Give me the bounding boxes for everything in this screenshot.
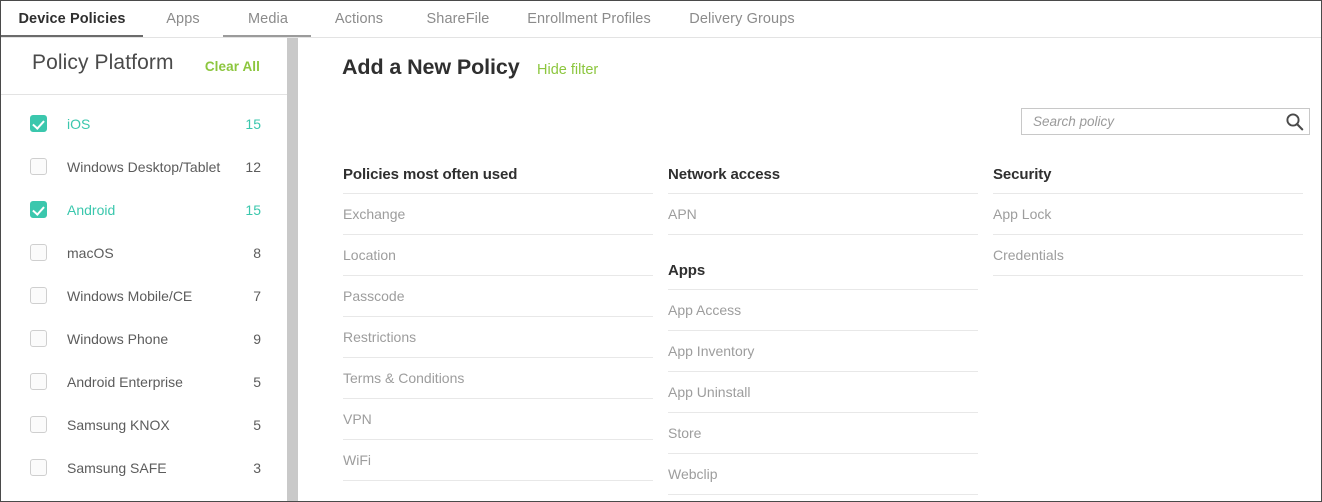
platform-filter-list: iOS15Windows Desktop/Tablet12Android15ma… bbox=[1, 95, 287, 489]
policy-column-3: SecurityApp LockCredentials bbox=[993, 166, 1308, 495]
tab-apps[interactable]: Apps bbox=[143, 1, 223, 37]
policy-item[interactable]: Store bbox=[668, 412, 978, 453]
platform-row[interactable]: Windows Phone9 bbox=[1, 317, 287, 360]
platform-count: 15 bbox=[245, 202, 261, 218]
policy-item[interactable]: Terms & Conditions bbox=[343, 357, 653, 398]
platform-row[interactable]: Windows Desktop/Tablet12 bbox=[1, 145, 287, 188]
tab-enrollment-profiles[interactable]: Enrollment Profiles bbox=[511, 1, 667, 37]
app-window: Device PoliciesAppsMediaActionsShareFile… bbox=[0, 0, 1322, 502]
checkbox-icon[interactable] bbox=[30, 373, 47, 390]
tab-media[interactable]: Media bbox=[223, 1, 313, 37]
policy-item[interactable]: App Inventory bbox=[668, 330, 978, 371]
policy-column-2: Network accessAPNAppsApp AccessApp Inven… bbox=[668, 166, 993, 495]
policy-item[interactable]: WiFi bbox=[343, 439, 653, 480]
platform-row[interactable]: Windows Mobile/CE7 bbox=[1, 274, 287, 317]
platform-count: 12 bbox=[245, 159, 261, 175]
checkbox-checked-icon[interactable] bbox=[30, 115, 47, 132]
platform-count: 3 bbox=[253, 460, 261, 476]
platform-label: Samsung SAFE bbox=[67, 460, 253, 476]
checkbox-icon[interactable] bbox=[30, 330, 47, 347]
policy-item[interactable]: Exchange bbox=[343, 193, 653, 234]
policy-item[interactable]: Credentials bbox=[993, 234, 1303, 275]
clear-all-button[interactable]: Clear All bbox=[205, 59, 260, 74]
checkbox-icon[interactable] bbox=[30, 158, 47, 175]
policy-item[interactable]: Location bbox=[343, 234, 653, 275]
policy-item[interactable]: App Access bbox=[668, 289, 978, 330]
section-heading: Network access bbox=[668, 166, 978, 193]
search-policy-box bbox=[1021, 108, 1310, 135]
policy-columns: Policies most often usedExchangeLocation… bbox=[299, 166, 1321, 495]
policy-item[interactable]: VPN bbox=[343, 398, 653, 439]
checkbox-icon[interactable] bbox=[30, 459, 47, 476]
platform-count: 15 bbox=[245, 116, 261, 132]
tab-actions[interactable]: Actions bbox=[313, 1, 405, 37]
platform-row[interactable]: Android Enterprise5 bbox=[1, 360, 287, 403]
policy-item[interactable]: App Uninstall bbox=[668, 371, 978, 412]
tab-delivery-groups[interactable]: Delivery Groups bbox=[667, 1, 817, 37]
platform-label: Windows Phone bbox=[67, 331, 253, 347]
section-heading: Security bbox=[993, 166, 1303, 193]
policy-item[interactable]: Webclip bbox=[668, 453, 978, 494]
platform-count: 5 bbox=[253, 374, 261, 390]
sidebar-scrollbar-thumb[interactable] bbox=[287, 38, 298, 501]
platform-label: macOS bbox=[67, 245, 253, 261]
checkbox-icon[interactable] bbox=[30, 287, 47, 304]
section-heading: Policies most often used bbox=[343, 166, 653, 193]
section-heading: Apps bbox=[668, 235, 978, 289]
page-title: Add a New Policy bbox=[342, 55, 520, 80]
sidebar-scrollbar[interactable] bbox=[287, 38, 298, 501]
section-divider bbox=[343, 480, 653, 481]
tab-list: Device PoliciesAppsMediaActionsShareFile… bbox=[1, 1, 1321, 37]
hide-filter-link[interactable]: Hide filter bbox=[537, 62, 598, 78]
checkbox-icon[interactable] bbox=[30, 244, 47, 261]
sidebar-header: Policy Platform Clear All bbox=[1, 38, 287, 95]
platform-count: 7 bbox=[253, 288, 261, 304]
policy-item[interactable]: App Lock bbox=[993, 193, 1303, 234]
platform-count: 5 bbox=[253, 417, 261, 433]
policy-platform-sidebar: Policy Platform Clear All iOS15Windows D… bbox=[1, 38, 288, 501]
platform-label: Android Enterprise bbox=[67, 374, 253, 390]
platform-label: Android bbox=[67, 202, 245, 218]
platform-label: iOS bbox=[67, 116, 245, 132]
checkbox-checked-icon[interactable] bbox=[30, 201, 47, 218]
main-content: Add a New Policy Hide filter Policies mo… bbox=[299, 38, 1321, 501]
policy-item[interactable]: APN bbox=[668, 193, 978, 234]
policy-item[interactable]: Passcode bbox=[343, 275, 653, 316]
platform-row[interactable]: iOS15 bbox=[1, 102, 287, 145]
search-icon[interactable] bbox=[1279, 109, 1309, 134]
policy-item[interactable]: Restrictions bbox=[343, 316, 653, 357]
sidebar-title: Policy Platform bbox=[32, 51, 174, 75]
platform-row[interactable]: macOS8 bbox=[1, 231, 287, 274]
tab-device-policies[interactable]: Device Policies bbox=[1, 1, 143, 37]
platform-label: Windows Desktop/Tablet bbox=[67, 159, 245, 175]
checkbox-icon[interactable] bbox=[30, 416, 47, 433]
platform-row[interactable]: Android15 bbox=[1, 188, 287, 231]
platform-count: 9 bbox=[253, 331, 261, 347]
platform-count: 8 bbox=[253, 245, 261, 261]
platform-row[interactable]: Samsung SAFE3 bbox=[1, 446, 287, 489]
tab-sharefile[interactable]: ShareFile bbox=[405, 1, 511, 37]
main-header: Add a New Policy Hide filter bbox=[299, 38, 1321, 96]
top-tab-bar: Device PoliciesAppsMediaActionsShareFile… bbox=[1, 1, 1321, 37]
search-input[interactable] bbox=[1022, 109, 1279, 134]
platform-label: Windows Mobile/CE bbox=[67, 288, 253, 304]
platform-label: Samsung KNOX bbox=[67, 417, 253, 433]
policy-column-1: Policies most often usedExchangeLocation… bbox=[343, 166, 668, 495]
platform-row[interactable]: Samsung KNOX5 bbox=[1, 403, 287, 446]
